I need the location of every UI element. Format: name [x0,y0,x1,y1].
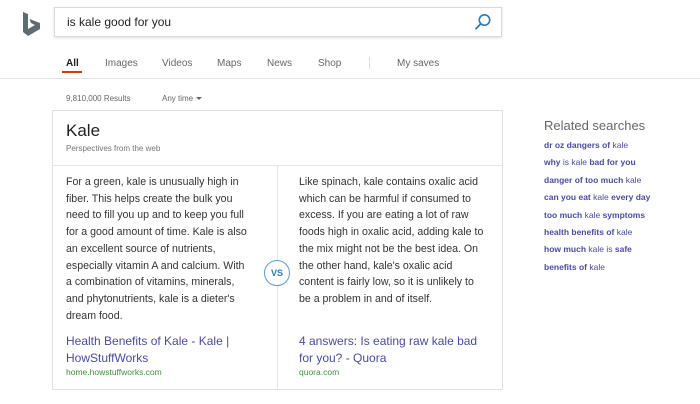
results-count: 9,810,000 Results [66,94,131,103]
related-search-item[interactable]: why is kale bad for you [544,156,650,173]
perspective-right-url: quora.com [299,367,340,377]
related-search-item[interactable]: can you eat kale every day [544,191,650,208]
caret-down-icon [196,97,203,100]
related-search-item[interactable]: benefits of kale [544,261,650,278]
related-search-item[interactable]: too much kale symptoms [544,209,650,226]
related-search-item[interactable]: danger of too much kale [544,174,650,191]
card-subtitle: Perspectives from the web [66,144,161,153]
perspective-right: Like spinach, kale contains oxalic acid … [299,174,485,308]
time-filter-label: Any time [162,94,194,103]
header-divider [0,78,700,79]
perspectives-card: Kale Perspectives from the web For a gre… [52,110,503,390]
active-tab-indicator [62,71,82,73]
related-search-item[interactable]: how much kale is safe [544,243,650,260]
search-icon[interactable] [473,12,493,32]
related-searches-title: Related searches [544,118,646,133]
search-input[interactable] [55,8,467,36]
perspective-right-text: Like spinach, kale contains oxalic acid … [299,176,484,305]
tab-my-saves[interactable]: My saves [397,58,439,69]
perspective-left: For a green, kale is unusually high in f… [66,174,252,324]
perspective-right-link[interactable]: 4 answers: Is eating raw kale bad for yo… [299,333,485,366]
tab-images[interactable]: Images [105,58,138,69]
related-searches-list: dr oz dangers of kale why is kale bad fo… [544,139,650,278]
related-search-item[interactable]: health benefits of kale [544,226,650,243]
perspective-left-url: home.howstuffworks.com [66,367,162,377]
time-filter-dropdown[interactable]: Any time [162,94,203,103]
card-title: Kale [66,121,101,140]
tab-videos[interactable]: Videos [162,58,192,69]
vs-badge: VS [264,260,290,286]
bing-logo-icon[interactable] [22,11,42,37]
related-search-item[interactable]: dr oz dangers of kale [544,139,650,156]
tab-all[interactable]: All [66,58,79,69]
perspective-left-link[interactable]: Health Benefits of Kale - Kale | HowStuf… [66,333,252,366]
tab-shop[interactable]: Shop [318,58,341,69]
tab-separator [369,57,370,69]
tab-maps[interactable]: Maps [217,58,241,69]
perspective-left-text: For a green, kale is unusually high in f… [66,176,247,322]
search-box [54,7,502,37]
tab-news[interactable]: News [267,58,292,69]
